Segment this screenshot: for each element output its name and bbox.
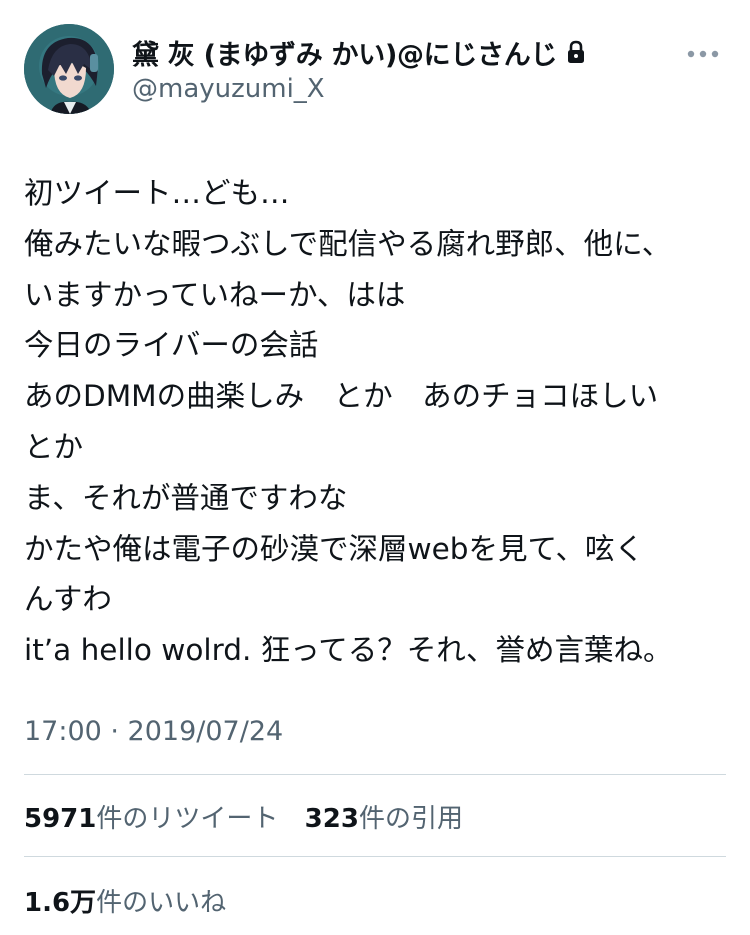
- tweet-line: ま、それが普通ですわな: [24, 480, 348, 515]
- divider: [24, 856, 726, 857]
- quotes-label: 件の引用: [358, 804, 463, 834]
- tweet-line: とか: [24, 429, 84, 464]
- avatar[interactable]: [24, 24, 114, 114]
- retweets-label: 件のリツイート: [96, 804, 279, 834]
- tweet-page: 黛 灰 (まゆずみ かい)@にじさんじ @mayuzumi_X 初ツイート…ども: [0, 0, 750, 935]
- tweet-line: かたや俺は電子の砂漠で深層webを見て、呟く: [24, 531, 645, 566]
- quotes-count: 323: [304, 804, 359, 834]
- retweets-count: 5971: [24, 804, 97, 834]
- tweet-text: 初ツイート…ども… 俺みたいな暇つぶしで配信やる腐れ野郎、他に、 いますかってい…: [24, 168, 730, 676]
- quotes-stat[interactable]: 323件の引用: [305, 798, 463, 835]
- engagement-stats-row: 5971件のリツイート 323件の引用: [24, 798, 481, 835]
- tweet-line: んすわ: [24, 582, 112, 617]
- lock-icon: [565, 40, 587, 64]
- retweets-stat[interactable]: 5971件のリツイート: [24, 798, 278, 835]
- display-name[interactable]: 黛 灰 (まゆずみ かい)@にじさんじ: [132, 33, 557, 72]
- tweet-line: 初ツイート…ども…: [24, 176, 290, 210]
- likes-label: 件のいいね: [96, 888, 227, 918]
- tweet-line: it’a hello wolrd. 狂ってる？それ、誉め言葉ね。: [24, 633, 673, 668]
- more-options-icon[interactable]: [686, 44, 720, 58]
- tweet-line: 今日のライバーの会話: [24, 328, 319, 363]
- avatar-illustration: [24, 24, 114, 114]
- likes-stats-row: 1.6万件のいいね: [24, 882, 244, 919]
- tweet-line: いますかっていねーか、はは: [24, 277, 406, 312]
- tweet-line: 俺みたいな暇つぶしで配信やる腐れ野郎、他に、: [24, 226, 672, 261]
- display-name-row: 黛 灰 (まゆずみ かい)@にじさんじ: [132, 33, 587, 72]
- likes-stat[interactable]: 1.6万件のいいね: [24, 882, 226, 919]
- likes-count: 1.6万: [24, 888, 97, 918]
- user-handle[interactable]: @mayuzumi_X: [132, 74, 587, 104]
- user-names: 黛 灰 (まゆずみ かい)@にじさんじ @mayuzumi_X: [132, 34, 587, 104]
- tweet-line: あのDMMの曲楽しみ とか あのチョコほしい: [24, 379, 659, 414]
- tweet-header: 黛 灰 (まゆずみ かい)@にじさんじ @mayuzumi_X: [24, 24, 726, 116]
- divider: [24, 774, 726, 775]
- tweet-timestamp[interactable]: 17:00 · 2019/07/24: [24, 716, 283, 747]
